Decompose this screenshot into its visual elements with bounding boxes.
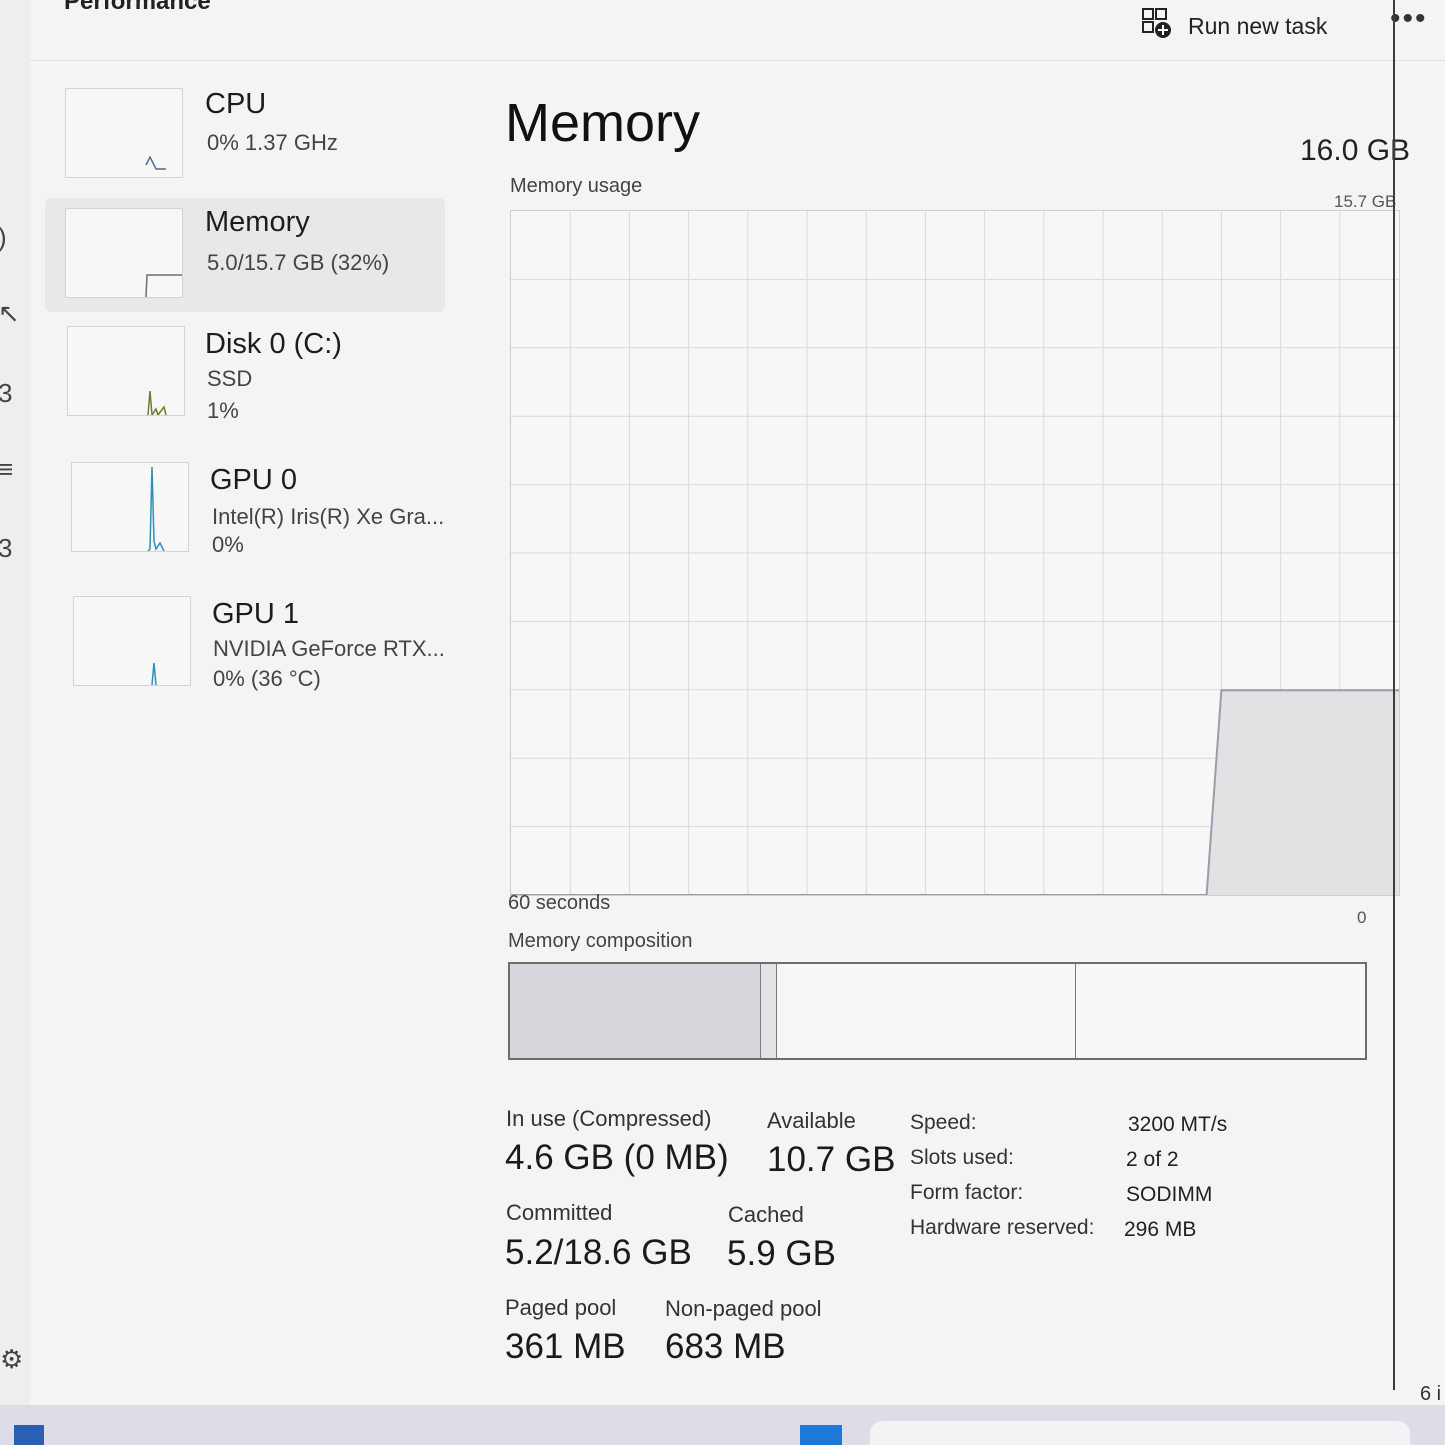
sidebar-item-title: Memory [205, 206, 310, 238]
nav-icon[interactable]: ↖ [0, 298, 20, 329]
run-new-task-button[interactable]: Run new task [1140, 8, 1327, 44]
more-icon[interactable]: ••• [1390, 2, 1428, 36]
nav-icon[interactable]: ≡ [0, 454, 13, 485]
nav-icon[interactable]: ) [0, 222, 7, 253]
paged-pool-label: Paged pool [505, 1295, 617, 1320]
composition-segment-free[interactable] [1076, 964, 1365, 1058]
composition-segment-standby[interactable] [776, 964, 1077, 1058]
sidebar-item-usage: 0% (36 °C) [213, 666, 321, 691]
sidebar-item-detail: SSD [207, 366, 253, 391]
sidebar-item-usage: 1% [207, 398, 239, 423]
corner-text: 6 i [1420, 1383, 1442, 1405]
page-title: Performance [64, 0, 211, 15]
search-box[interactable] [870, 1421, 1410, 1445]
time-axis-left: 60 seconds [508, 892, 611, 914]
cpu-thumbnail [65, 88, 183, 178]
cached-label: Cached [728, 1202, 804, 1227]
sidebar-item-usage: 0% [212, 532, 244, 557]
sidebar-item-detail: Intel(R) Iris(R) Xe Gra... [212, 504, 445, 529]
hardware-reserved-label: Hardware reserved: [910, 1216, 1095, 1239]
memory-usage-plot [511, 211, 1399, 895]
nav-strip: ) ↖ 3 ≡ 3 [0, 0, 30, 1405]
hardware-reserved-value: 296 MB [1124, 1218, 1197, 1241]
in-use-label: In use (Compressed) [506, 1106, 712, 1131]
nav-icon[interactable]: 3 [0, 533, 12, 564]
form-factor-value: SODIMM [1126, 1183, 1213, 1206]
memory-thumbnail [65, 208, 183, 298]
sidebar-item-title: GPU 1 [212, 598, 300, 630]
sidebar-item-title: Disk 0 (C:) [205, 328, 342, 360]
available-value: 10.7 GB [767, 1140, 896, 1179]
sidebar-item-detail: NVIDIA GeForce RTX... [213, 636, 445, 661]
memory-usage-label: Memory usage [510, 175, 643, 197]
form-factor-label: Form factor: [910, 1181, 1024, 1204]
memory-heading: Memory [505, 93, 701, 153]
sidebar-item-gpu-0[interactable]: GPU 0 Intel(R) Iris(R) Xe Gra... 0% [45, 456, 445, 574]
sidebar-item-title: GPU 0 [210, 464, 298, 496]
usage-area [511, 690, 1399, 895]
memory-usage-graph [510, 210, 1400, 896]
composition-segment-in-use[interactable] [510, 964, 761, 1058]
non-paged-pool-label: Non-paged pool [665, 1296, 822, 1321]
header-bar: Performance Run new task ••• [30, 0, 1445, 61]
cached-value: 5.9 GB [727, 1234, 836, 1273]
disk-thumbnail [67, 326, 185, 416]
sidebar-item-gpu-1[interactable]: GPU 1 NVIDIA GeForce RTX... 0% (36 °C) [45, 590, 445, 708]
nav-icon[interactable]: 3 [0, 378, 12, 409]
usage-max-label: 15.7 GB [1334, 192, 1397, 211]
paged-pool-value: 361 MB [505, 1327, 626, 1366]
taskbar [0, 1405, 1445, 1445]
composition-segment-modified[interactable] [760, 964, 777, 1058]
gpu1-thumbnail [73, 596, 191, 686]
sidebar-item-detail: 0% 1.37 GHz [207, 130, 338, 155]
slots-value: 2 of 2 [1126, 1148, 1179, 1171]
window-edge [1393, 0, 1395, 1390]
memory-composition-label: Memory composition [508, 930, 693, 952]
settings-icon[interactable]: ⚙ [0, 1344, 23, 1375]
start-icon[interactable] [800, 1425, 842, 1445]
speed-label: Speed: [910, 1111, 977, 1134]
non-paged-pool-value: 683 MB [665, 1327, 786, 1366]
time-axis-right: 0 [1357, 908, 1367, 927]
sidebar-item-memory[interactable]: Memory 5.0/15.7 GB (32%) [45, 198, 445, 312]
available-label: Available [767, 1108, 856, 1133]
committed-label: Committed [506, 1200, 613, 1225]
run-task-icon [1140, 6, 1174, 46]
run-new-task-label: Run new task [1188, 12, 1328, 39]
sidebar-item-detail: 5.0/15.7 GB (32%) [207, 250, 390, 275]
sidebar-item-title: CPU [205, 88, 267, 120]
gpu0-thumbnail [71, 462, 189, 552]
sidebar-item-cpu[interactable]: CPU 0% 1.37 GHz [45, 80, 445, 192]
task-view-icon[interactable] [14, 1425, 44, 1445]
slots-label: Slots used: [910, 1146, 1014, 1169]
in-use-value: 4.6 GB (0 MB) [505, 1138, 729, 1177]
committed-value: 5.2/18.6 GB [505, 1233, 692, 1272]
speed-value: 3200 MT/s [1128, 1113, 1228, 1136]
memory-composition-bar [508, 962, 1367, 1060]
sidebar-item-disk-0[interactable]: Disk 0 (C:) SSD 1% [45, 320, 445, 438]
